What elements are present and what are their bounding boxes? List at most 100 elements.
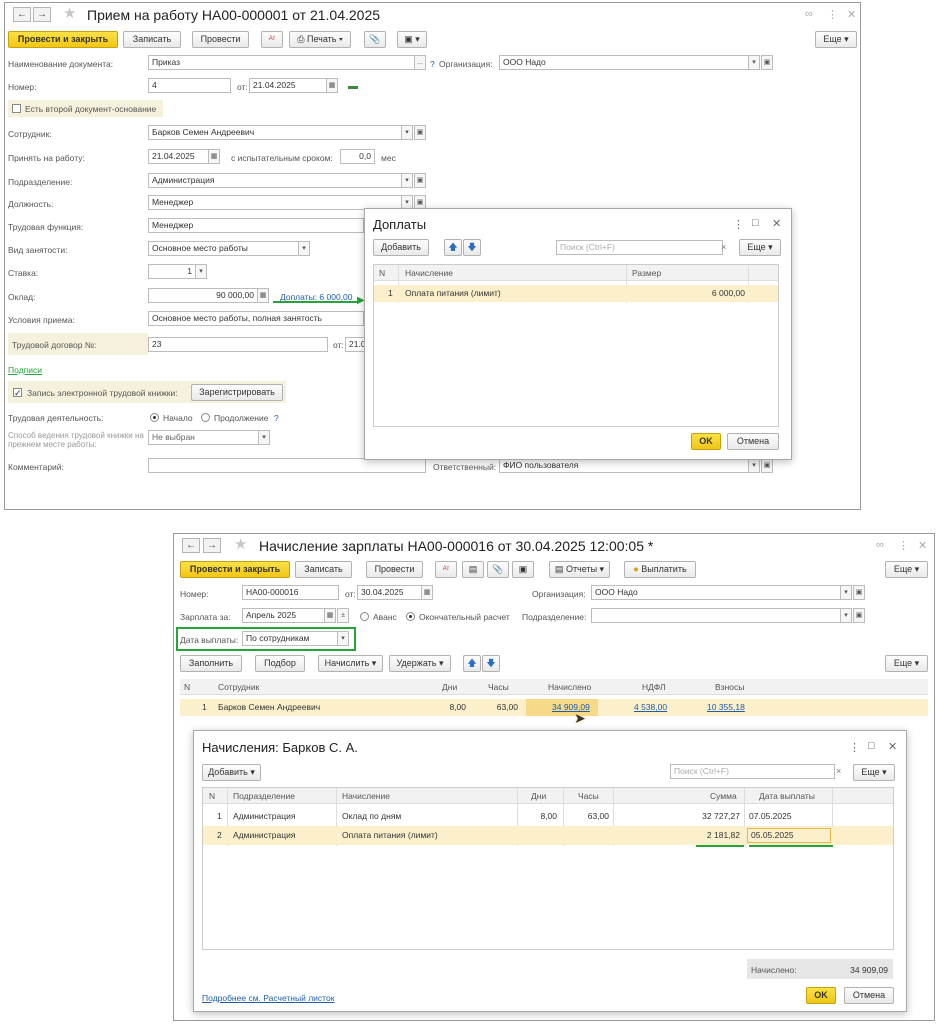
favorite-star-icon[interactable]: ★ [234, 536, 247, 554]
employee-field[interactable]: Барков Семен Андреевич [148, 125, 402, 140]
row-pay-date-field[interactable]: 05.05.2025 [747, 828, 831, 843]
employment-field[interactable]: Основное место работы [148, 241, 299, 256]
cancel-button[interactable]: Отмена [844, 987, 894, 1004]
hire-calendar-icon[interactable]: ▦ [208, 149, 220, 164]
function-field[interactable]: Менеджер [148, 218, 364, 233]
advance-radio[interactable] [360, 612, 369, 621]
save-button[interactable]: Записать [123, 31, 181, 48]
dept-open-button[interactable]: ▣ [853, 608, 865, 623]
employee-open-button[interactable]: ▣ [414, 125, 426, 140]
post-and-close-button[interactable]: Провести и закрыть [8, 31, 118, 48]
favorite-star-icon[interactable]: ★ [63, 5, 76, 23]
dept-field[interactable]: Администрация [148, 173, 402, 188]
responsible-open-button[interactable]: ▣ [761, 458, 773, 473]
menu-dots-icon[interactable]: ⋮ [898, 539, 909, 552]
signatures-link[interactable]: Подписи [8, 365, 42, 375]
probation-field[interactable]: 0,0 [340, 149, 375, 164]
table-row[interactable]: 2 Администрация Оплата питания (лимит) 2… [203, 826, 893, 845]
employment-dropdown-button[interactable]: ▾ [298, 241, 310, 256]
post-and-close-button[interactable]: Провести и закрыть [180, 561, 290, 578]
more-button[interactable]: Еще ▾ [885, 561, 928, 578]
post-button[interactable]: Провести [192, 31, 249, 48]
dt-kt-icon[interactable]: Ат [435, 561, 457, 578]
help-icon[interactable]: ? [430, 59, 435, 69]
electronic-book-checkbox[interactable]: ✓ [13, 388, 22, 398]
row-ndfl-link[interactable]: 4 538,00 [634, 702, 667, 712]
search-input[interactable]: Поиск (Ctrl+F) [556, 240, 723, 255]
close-icon[interactable]: ✕ [847, 8, 856, 21]
search-clear-icon[interactable]: × [721, 242, 726, 252]
attach-icon[interactable]: 📎 [487, 561, 509, 578]
pay-date-field[interactable]: По сотрудникам [242, 631, 338, 646]
number-field[interactable]: НА00-000016 [242, 585, 339, 600]
salary-for-calendar-icon[interactable]: ▦ [324, 608, 336, 623]
contract-number-field[interactable]: 23 [148, 337, 328, 352]
dept-open-button[interactable]: ▣ [414, 173, 426, 188]
move-down-button[interactable]: 🡇 [482, 655, 500, 672]
org-open-button[interactable]: ▣ [761, 55, 773, 70]
date-field[interactable]: 21.04.2025 [249, 78, 327, 93]
doc-name-field[interactable]: Приказ [148, 55, 415, 70]
search-input[interactable]: Поиск (Ctrl+F) [670, 764, 835, 779]
more-button[interactable]: Еще ▾ [853, 764, 895, 781]
payslip-link[interactable]: Подробнее см. Расчетный листок [202, 993, 334, 1003]
responsible-field[interactable]: ФИО пользователя [499, 458, 749, 473]
book-method-field[interactable]: Не выбран [148, 430, 259, 445]
org-field[interactable]: ООО Надо [591, 585, 841, 600]
contract-date-field[interactable]: 21.0 [345, 337, 365, 352]
pick-button[interactable]: Подбор [255, 655, 305, 672]
table-more-button[interactable]: Еще ▾ [885, 655, 928, 672]
search-clear-icon[interactable]: × [836, 766, 841, 776]
add-button[interactable]: Добавить ▾ [202, 764, 261, 781]
back-button[interactable]: ← [182, 538, 200, 553]
create-based-on-button[interactable]: ▣ ▾ [397, 31, 427, 48]
move-down-button[interactable]: 🡇 [463, 239, 481, 256]
more-button[interactable]: Еще ▾ [739, 239, 781, 256]
link-icon[interactable]: ∞ [805, 8, 813, 20]
close-icon[interactable]: ✕ [918, 539, 927, 552]
cancel-button[interactable]: Отмена [727, 433, 779, 450]
dept-dropdown-button[interactable]: ▾ [840, 608, 852, 623]
second-doc-checkbox[interactable] [12, 104, 21, 113]
ok-button[interactable]: OK [691, 433, 721, 450]
print-button[interactable]: ⎙ Печать ▾ [289, 31, 351, 48]
book-method-dropdown-button[interactable]: ▾ [258, 430, 270, 445]
withhold-button[interactable]: Удержать ▾ [389, 655, 451, 672]
org-open-button[interactable]: ▣ [853, 585, 865, 600]
org-field[interactable]: ООО Надо [499, 55, 749, 70]
doc-name-select-button[interactable]: ... [414, 55, 426, 70]
move-up-button[interactable]: 🡅 [444, 239, 462, 256]
save-button[interactable]: Записать [295, 561, 352, 578]
number-field[interactable]: 4 [148, 78, 231, 93]
dialog-menu-icon[interactable]: ⋮ [849, 741, 860, 754]
reports-button[interactable]: ▤ Отчеты ▾ [549, 561, 610, 578]
employee-dropdown-button[interactable]: ▾ [401, 125, 413, 140]
continue-radio[interactable] [201, 413, 210, 422]
start-radio[interactable] [150, 413, 159, 422]
fill-button[interactable]: Заполнить [180, 655, 242, 672]
pay-date-dropdown-button[interactable]: ▾ [337, 631, 349, 646]
final-radio[interactable] [406, 612, 415, 621]
dialog-maximize-icon[interactable]: □ [752, 217, 759, 229]
calendar-icon[interactable]: ▦ [421, 585, 433, 600]
forward-button[interactable]: → [203, 538, 221, 553]
salary-for-field[interactable]: Апрель 2025 [242, 608, 325, 623]
rate-field[interactable]: 1 [148, 264, 196, 279]
table-row[interactable]: 1 Барков Семен Андреевич 8,00 63,00 34 9… [180, 699, 928, 716]
dialog-close-icon[interactable]: ✕ [772, 217, 781, 230]
register-button[interactable]: Зарегистрировать [191, 384, 283, 401]
list-icon[interactable]: ▤ [462, 561, 484, 578]
link-icon[interactable]: ∞ [876, 539, 884, 551]
hire-date-field[interactable]: 21.04.2025 [148, 149, 209, 164]
salary-field[interactable]: 90 000,00 [148, 288, 258, 303]
dept-field[interactable] [591, 608, 841, 623]
ok-button[interactable]: OK [806, 987, 836, 1004]
post-button[interactable]: Провести [366, 561, 423, 578]
move-up-button[interactable]: 🡅 [463, 655, 481, 672]
rate-dropdown-button[interactable]: ▾ [195, 264, 207, 279]
more-button[interactable]: Еще ▾ [815, 31, 857, 48]
table-row[interactable]: 1 Администрация Оклад по дням 8,00 63,00… [203, 808, 893, 825]
add-button[interactable]: Добавить [373, 239, 429, 256]
document-status-icon[interactable]: ▬ [348, 81, 358, 92]
org-dropdown-button[interactable]: ▾ [840, 585, 852, 600]
